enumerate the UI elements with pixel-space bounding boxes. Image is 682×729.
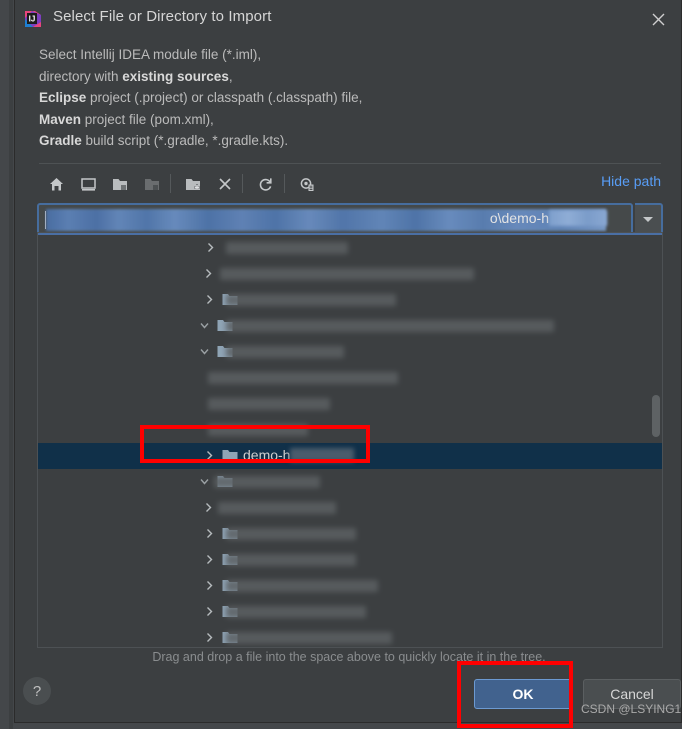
path-visible-text: o\demo-h <box>490 210 607 226</box>
tree-row[interactable] <box>38 313 662 339</box>
file-chooser-toolbar: Hide path <box>39 168 661 200</box>
tree-row[interactable] <box>38 469 662 495</box>
chevron-down-icon[interactable] <box>198 345 211 358</box>
desc2-prefix: directory with <box>39 68 123 84</box>
redacted-filename <box>226 320 554 332</box>
desc5-suffix: build script (*.gradle, *.gradle.kts). <box>81 133 289 148</box>
drag-drop-hint: Drag and drop a file into the space abov… <box>152 650 546 664</box>
watermark: CSDN @LSYING1 <box>581 702 682 716</box>
tree-row-label-text: demo-h <box>243 447 291 463</box>
desktop-icon[interactable] <box>75 171 101 197</box>
help-button[interactable]: ? <box>23 677 51 705</box>
tree-row[interactable] <box>38 495 662 521</box>
tree-row[interactable] <box>38 417 662 443</box>
tree-scrollbar[interactable] <box>651 235 661 647</box>
redacted-filename <box>218 502 336 514</box>
tree-row[interactable] <box>38 625 662 647</box>
redacted-filename <box>226 346 344 358</box>
desc3-suffix: project (.project) or classpath (.classp… <box>86 90 363 105</box>
show-hidden-icon[interactable] <box>294 171 320 197</box>
tree-row[interactable] <box>38 547 662 573</box>
dialog-titlebar: IJ Select File or Directory to Import <box>15 0 681 38</box>
chevron-right-icon[interactable] <box>204 241 217 254</box>
redacted-filename <box>226 528 356 540</box>
redacted-filename <box>226 242 348 254</box>
description-line-4: Maven project file (pom.xml), <box>39 109 639 131</box>
tree-row[interactable] <box>38 235 662 261</box>
intellij-idea-icon: IJ <box>23 9 43 29</box>
tree-row[interactable] <box>38 287 662 313</box>
desc2-bold: existing sources <box>122 68 229 84</box>
chevron-right-icon[interactable] <box>203 579 216 592</box>
chevron-right-icon[interactable] <box>203 605 216 618</box>
chevron-right-icon[interactable] <box>203 293 216 306</box>
path-redacted-tail <box>549 210 607 226</box>
background-window-edge <box>9 0 13 729</box>
chevron-right-icon[interactable] <box>203 631 216 644</box>
desc2-suffix: , <box>228 68 233 84</box>
import-dialog: IJ Select File or Directory to Import Se… <box>14 0 682 723</box>
redacted-filename <box>226 606 366 618</box>
chevron-right-icon[interactable] <box>203 553 216 566</box>
new-folder-icon[interactable] <box>180 171 206 197</box>
refresh-icon[interactable] <box>252 171 278 197</box>
tree-row[interactable] <box>38 599 662 625</box>
redacted-filename-tail <box>290 448 355 462</box>
path-input[interactable]: o\demo-h <box>37 203 633 235</box>
toolbar-divider-2 <box>242 174 243 193</box>
tree-row-selected[interactable]: demo-h <box>38 443 662 469</box>
divider <box>39 163 661 164</box>
description-line-5: Gradle build script (*.gradle, *.gradle.… <box>39 130 639 152</box>
ok-button[interactable]: OK <box>474 679 572 709</box>
home-icon[interactable] <box>43 171 69 197</box>
description-line-2: directory with existing sources, <box>39 66 639 88</box>
tree-scrollbar-thumb[interactable] <box>652 395 660 437</box>
redacted-filename <box>226 632 392 644</box>
close-icon[interactable] <box>641 4 675 34</box>
chevron-down-icon[interactable] <box>198 319 211 332</box>
redacted-filename <box>226 554 356 566</box>
tree-row[interactable] <box>38 261 662 287</box>
chevron-right-icon[interactable] <box>203 527 216 540</box>
path-combo: o\demo-h <box>37 203 663 235</box>
dialog-description: Select Intellij IDEA module file (*.iml)… <box>39 44 639 152</box>
tree-row[interactable] <box>38 391 662 417</box>
path-tail: o\demo-h <box>489 210 549 226</box>
delete-icon[interactable] <box>212 171 238 197</box>
desc3-bold: Eclipse <box>39 90 87 105</box>
desc4-suffix: project file (pom.xml), <box>81 111 214 127</box>
chevron-down-icon[interactable] <box>198 475 211 488</box>
folder-icon <box>222 449 238 462</box>
chevron-down-icon[interactable] <box>635 203 663 235</box>
redacted-filename <box>220 268 474 280</box>
tree-row[interactable] <box>38 521 662 547</box>
module-folder-icon[interactable] <box>139 171 165 197</box>
chevron-right-icon[interactable] <box>202 501 215 514</box>
redacted-filename <box>226 580 378 592</box>
redacted-filename <box>226 294 396 306</box>
tree-row-label: demo-h <box>243 447 355 463</box>
tree-row[interactable] <box>38 573 662 599</box>
redacted-filename <box>214 476 320 488</box>
hide-path-link[interactable]: Hide path <box>601 173 661 189</box>
chevron-right-icon[interactable] <box>202 267 215 280</box>
redacted-filename <box>208 424 308 436</box>
tree-row[interactable] <box>38 339 662 365</box>
chevron-right-icon[interactable] <box>203 449 216 462</box>
description-line-3: Eclipse project (.project) or classpath … <box>39 87 639 109</box>
desc5-bold: Gradle <box>39 133 82 148</box>
tree-row[interactable] <box>38 365 662 391</box>
file-tree[interactable]: demo-h <box>37 232 663 648</box>
description-line-1: Select Intellij IDEA module file (*.iml)… <box>39 47 262 62</box>
dialog-title: Select File or Directory to Import <box>53 8 272 25</box>
svg-text:IJ: IJ <box>29 15 36 24</box>
project-folder-icon[interactable] <box>107 171 133 197</box>
redacted-filename <box>208 398 330 410</box>
desc4-bold: Maven <box>39 111 82 127</box>
toolbar-divider-1 <box>170 174 171 193</box>
redacted-filename <box>208 372 398 384</box>
toolbar-divider-3 <box>284 174 285 193</box>
